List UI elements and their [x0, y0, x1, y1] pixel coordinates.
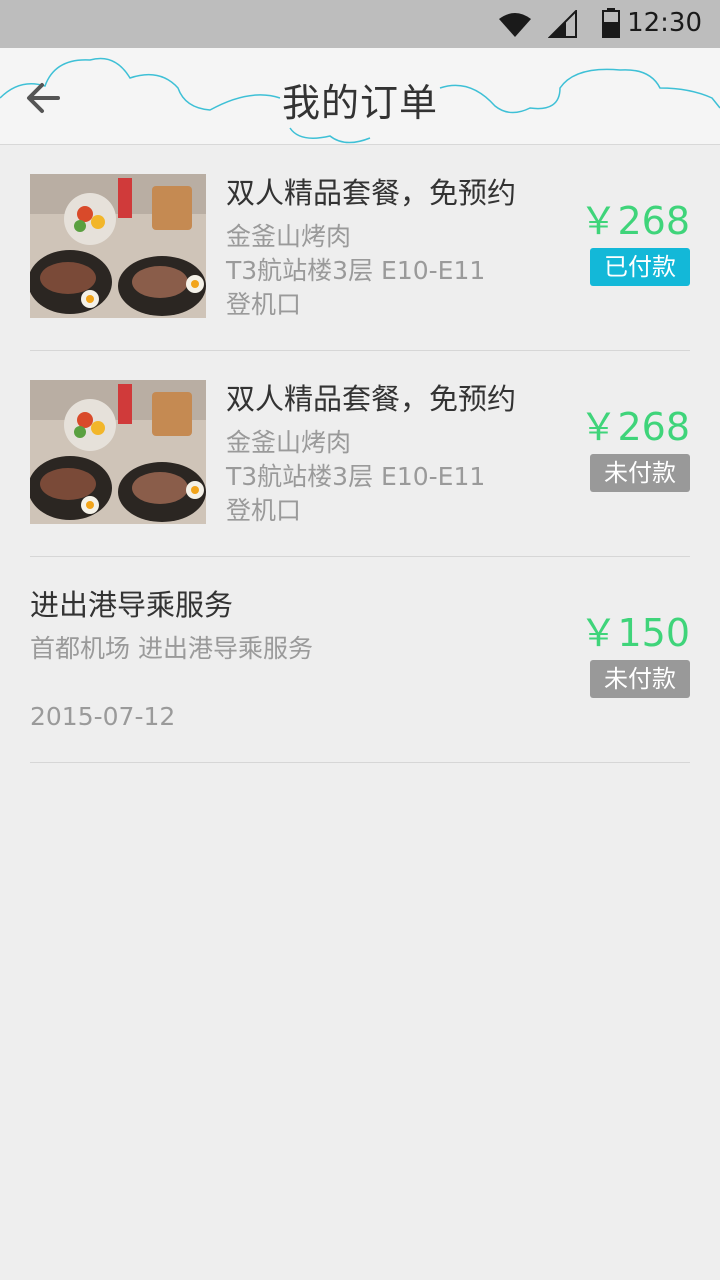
shop-name: 金釜山烤肉 — [226, 222, 352, 251]
order-item[interactable]: 进出港导乘服务 首都机场 进出港导乘服务 2015-07-12 ￥150 未付款 — [30, 556, 690, 763]
title-bar: 我的订单 — [0, 48, 720, 145]
status-badge: 未付款 — [590, 454, 690, 492]
order-name: 双人精品套餐，免预约 — [226, 176, 517, 210]
order-item[interactable]: 双人精品套餐，免预约 金釜山烤肉 T3航站楼3层 E10-E11 登机口 ￥26… — [30, 350, 690, 557]
order-price: ￥150 — [579, 611, 690, 655]
status-badge: 已付款 — [590, 248, 690, 286]
gate: 登机口 — [226, 290, 302, 319]
order-price: ￥268 — [579, 405, 690, 449]
status-bar: 12:30 — [0, 0, 720, 48]
battery-icon — [602, 8, 620, 38]
location: T3航站楼3层 E10-E11 — [226, 256, 486, 285]
food-image — [30, 380, 206, 524]
order-name: 双人精品套餐，免预约 — [226, 382, 517, 416]
status-badge: 未付款 — [590, 660, 690, 698]
order-date: 2015-07-12 — [30, 702, 176, 731]
gate: 登机口 — [226, 496, 302, 525]
page-title: 我的订单 — [281, 81, 438, 125]
wifi-icon — [499, 13, 531, 37]
order-price: ￥268 — [579, 199, 690, 243]
order-name: 进出港导乘服务 — [30, 588, 234, 622]
shop-name: 金釜山烤肉 — [226, 428, 352, 457]
signal-icon — [548, 10, 577, 38]
location: T3航站楼3层 E10-E11 — [226, 462, 486, 491]
order-item[interactable]: 双人精品套餐，免预约 金釜山烤肉 T3航站楼3层 E10-E11 登机口 ￥26… — [30, 144, 690, 351]
order-detail: 首都机场 进出港导乘服务 — [30, 634, 313, 663]
clock: 12:30 — [627, 8, 702, 38]
food-image — [30, 174, 206, 318]
